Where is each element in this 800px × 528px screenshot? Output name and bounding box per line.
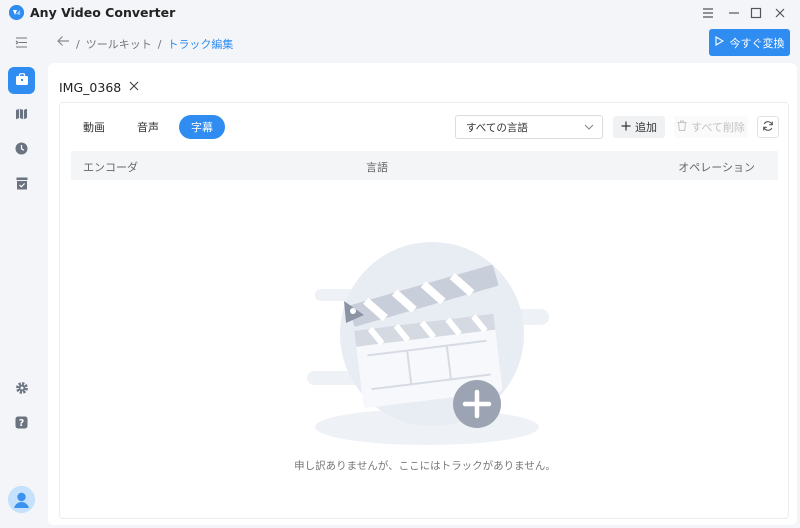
- settings-button[interactable]: [8, 376, 35, 403]
- breadcrumb-track-edit: トラック編集: [167, 38, 234, 51]
- sidebar-item-toolkit[interactable]: [8, 67, 35, 94]
- language-select[interactable]: すべての言語: [455, 115, 603, 139]
- file-name: IMG_0368: [59, 80, 122, 95]
- history-icon: [15, 142, 28, 158]
- convert-now-label: 今すぐ変換: [729, 36, 785, 50]
- help-icon: ?: [15, 416, 28, 432]
- delete-all-button[interactable]: すべて削除: [674, 116, 748, 138]
- empty-state-illustration: [297, 229, 557, 452]
- breadcrumb-separator: /: [76, 37, 80, 51]
- file-title: IMG_0368: [59, 80, 139, 95]
- gear-icon: [15, 381, 29, 398]
- close-file-icon[interactable]: [129, 80, 139, 95]
- track-editor: 動画 音声 字幕 すべての言語 追加 すべて削除 エンコーダ 言語 オペレーショ…: [59, 102, 789, 519]
- avatar[interactable]: [8, 486, 35, 513]
- breadcrumb-separator: /: [157, 37, 162, 51]
- column-header-encoder: エンコーダ: [83, 161, 138, 174]
- add-button[interactable]: 追加: [613, 116, 665, 138]
- title-bar: Any Video Converter: [0, 0, 800, 26]
- svg-text:?: ?: [19, 418, 25, 429]
- minimize-icon[interactable]: [724, 3, 744, 23]
- convert-now-button[interactable]: 今すぐ変換: [709, 29, 790, 56]
- map-icon: [15, 108, 28, 123]
- maximize-icon[interactable]: [746, 3, 766, 23]
- add-label: 追加: [635, 121, 657, 134]
- tab-subtitle[interactable]: 字幕: [179, 115, 225, 139]
- table-header: エンコーダ 言語 オペレーション: [71, 151, 778, 180]
- sidebar: ?: [0, 26, 44, 528]
- sidebar-item-history[interactable]: [8, 136, 35, 163]
- track-tabs: 動画 音声 字幕: [71, 115, 225, 139]
- column-header-language: 言語: [366, 161, 388, 174]
- toolbox-icon: [15, 72, 29, 89]
- refresh-button[interactable]: [757, 116, 779, 138]
- refresh-icon: [762, 120, 774, 135]
- checklist-icon: [16, 177, 28, 193]
- app-title: Any Video Converter: [30, 5, 176, 20]
- sidebar-item-map[interactable]: [8, 102, 35, 129]
- language-select-value: すべての言語: [466, 121, 528, 134]
- sidebar-item-tasks[interactable]: [8, 171, 35, 198]
- app-logo-icon: [9, 5, 24, 20]
- tab-audio[interactable]: 音声: [125, 115, 171, 139]
- back-arrow-icon[interactable]: [56, 35, 70, 50]
- close-icon[interactable]: [770, 3, 790, 23]
- delete-all-label: すべて削除: [691, 121, 745, 134]
- plus-icon: [621, 121, 631, 134]
- collapse-menu-icon[interactable]: [8, 29, 35, 56]
- column-header-operation: オペレーション: [678, 161, 755, 174]
- trash-icon: [677, 120, 687, 134]
- breadcrumb-toolkit[interactable]: ツールキット: [86, 36, 152, 52]
- breadcrumb: / ツールキット / トラック編集: [76, 36, 233, 52]
- help-button[interactable]: ?: [8, 410, 35, 437]
- chevron-down-icon: [584, 121, 594, 133]
- play-icon: [714, 36, 724, 49]
- tab-video[interactable]: 動画: [71, 115, 117, 139]
- empty-state-message: 申し訳ありませんが、ここにはトラックがありません。: [294, 460, 556, 472]
- main-panel: IMG_0368 動画 音声 字幕 すべての言語 追加 すべて削除 エンコーダ …: [48, 63, 797, 525]
- menu-icon[interactable]: [698, 3, 718, 23]
